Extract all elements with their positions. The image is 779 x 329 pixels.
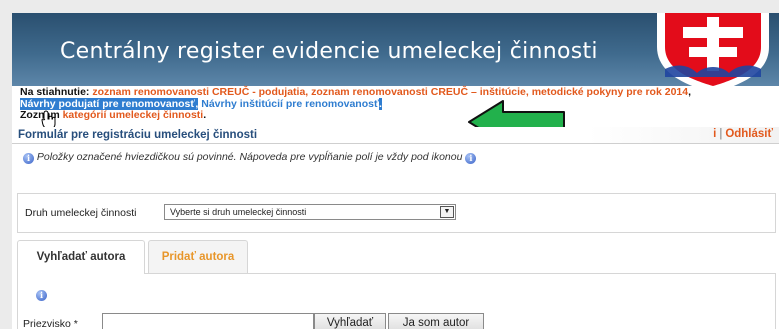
logout-link[interactable]: Odhlásiť [725, 128, 773, 140]
header-banner: Centrálny register evidencie umeleckej č… [12, 13, 779, 86]
i-am-author-button[interactable]: Ja som autor [388, 313, 484, 329]
page: Centrálny register evidencie umeleckej č… [12, 13, 779, 329]
tab-search-author[interactable]: Vyhľadať autora [17, 240, 145, 274]
form-title: Formulár pre registráciu umeleckej činno… [18, 129, 258, 141]
downloads-label: Na stiahnutie: [20, 86, 90, 98]
activity-type-selected-value: Vyberte si druh umeleckej činnosti [170, 207, 307, 217]
chevron-down-icon[interactable]: ▼ [440, 206, 454, 218]
activity-type-select[interactable]: Vyberte si druh umeleckej činnosti ▼ [164, 204, 456, 220]
slovak-coat-of-arms-icon [657, 13, 769, 86]
menu-separator: | [719, 128, 723, 140]
info-icon[interactable]: i [36, 290, 47, 301]
form-header-bar: Formulár pre registráciu umeleckej činno… [12, 127, 779, 144]
site-title: Centrálny register evidencie umeleckej č… [60, 39, 598, 64]
link-institution-proposals[interactable]: Návrhy inštitúcií pre renomovanosť [201, 98, 379, 110]
mandatory-fields-text: Položky označené hviezdičkou sú povinné.… [36, 151, 463, 163]
mandatory-fields-note: i Položky označené hviezdičkou sú povinn… [23, 151, 477, 164]
tab-add-author[interactable]: Pridať autora [148, 240, 248, 273]
link-method-guidelines[interactable]: metodické pokyny pre rok 2014 [532, 86, 688, 98]
info-icon: i [23, 153, 34, 164]
link-event-proposals[interactable]: Návrhy podujatí pre renomovanosť [20, 97, 196, 110]
activity-type-panel: Druh umeleckej činnosti Vyberte si druh … [17, 193, 776, 233]
surname-input[interactable] [102, 313, 314, 329]
link-renown-institutions[interactable]: zoznam renomovanosti CREUČ – inštitúcie [311, 86, 526, 98]
activity-type-label: Druh umeleckej činnosti [25, 207, 137, 219]
surname-label: Priezvisko * [23, 318, 78, 329]
downloads-block: Na stiahnutie: zoznam renomovanosti CREU… [20, 86, 692, 121]
link-renown-events[interactable]: zoznam renomovanosti CREUČ - podujatia [92, 86, 305, 98]
info-icon[interactable]: i [465, 153, 477, 164]
user-menu: i | Odhlásiť [713, 128, 773, 140]
search-author-button[interactable]: Vyhľadať [314, 313, 386, 329]
link-activity-categories[interactable]: kategórií umeleckej činnosti [63, 109, 204, 121]
user-link-fragment[interactable]: i [713, 128, 716, 140]
